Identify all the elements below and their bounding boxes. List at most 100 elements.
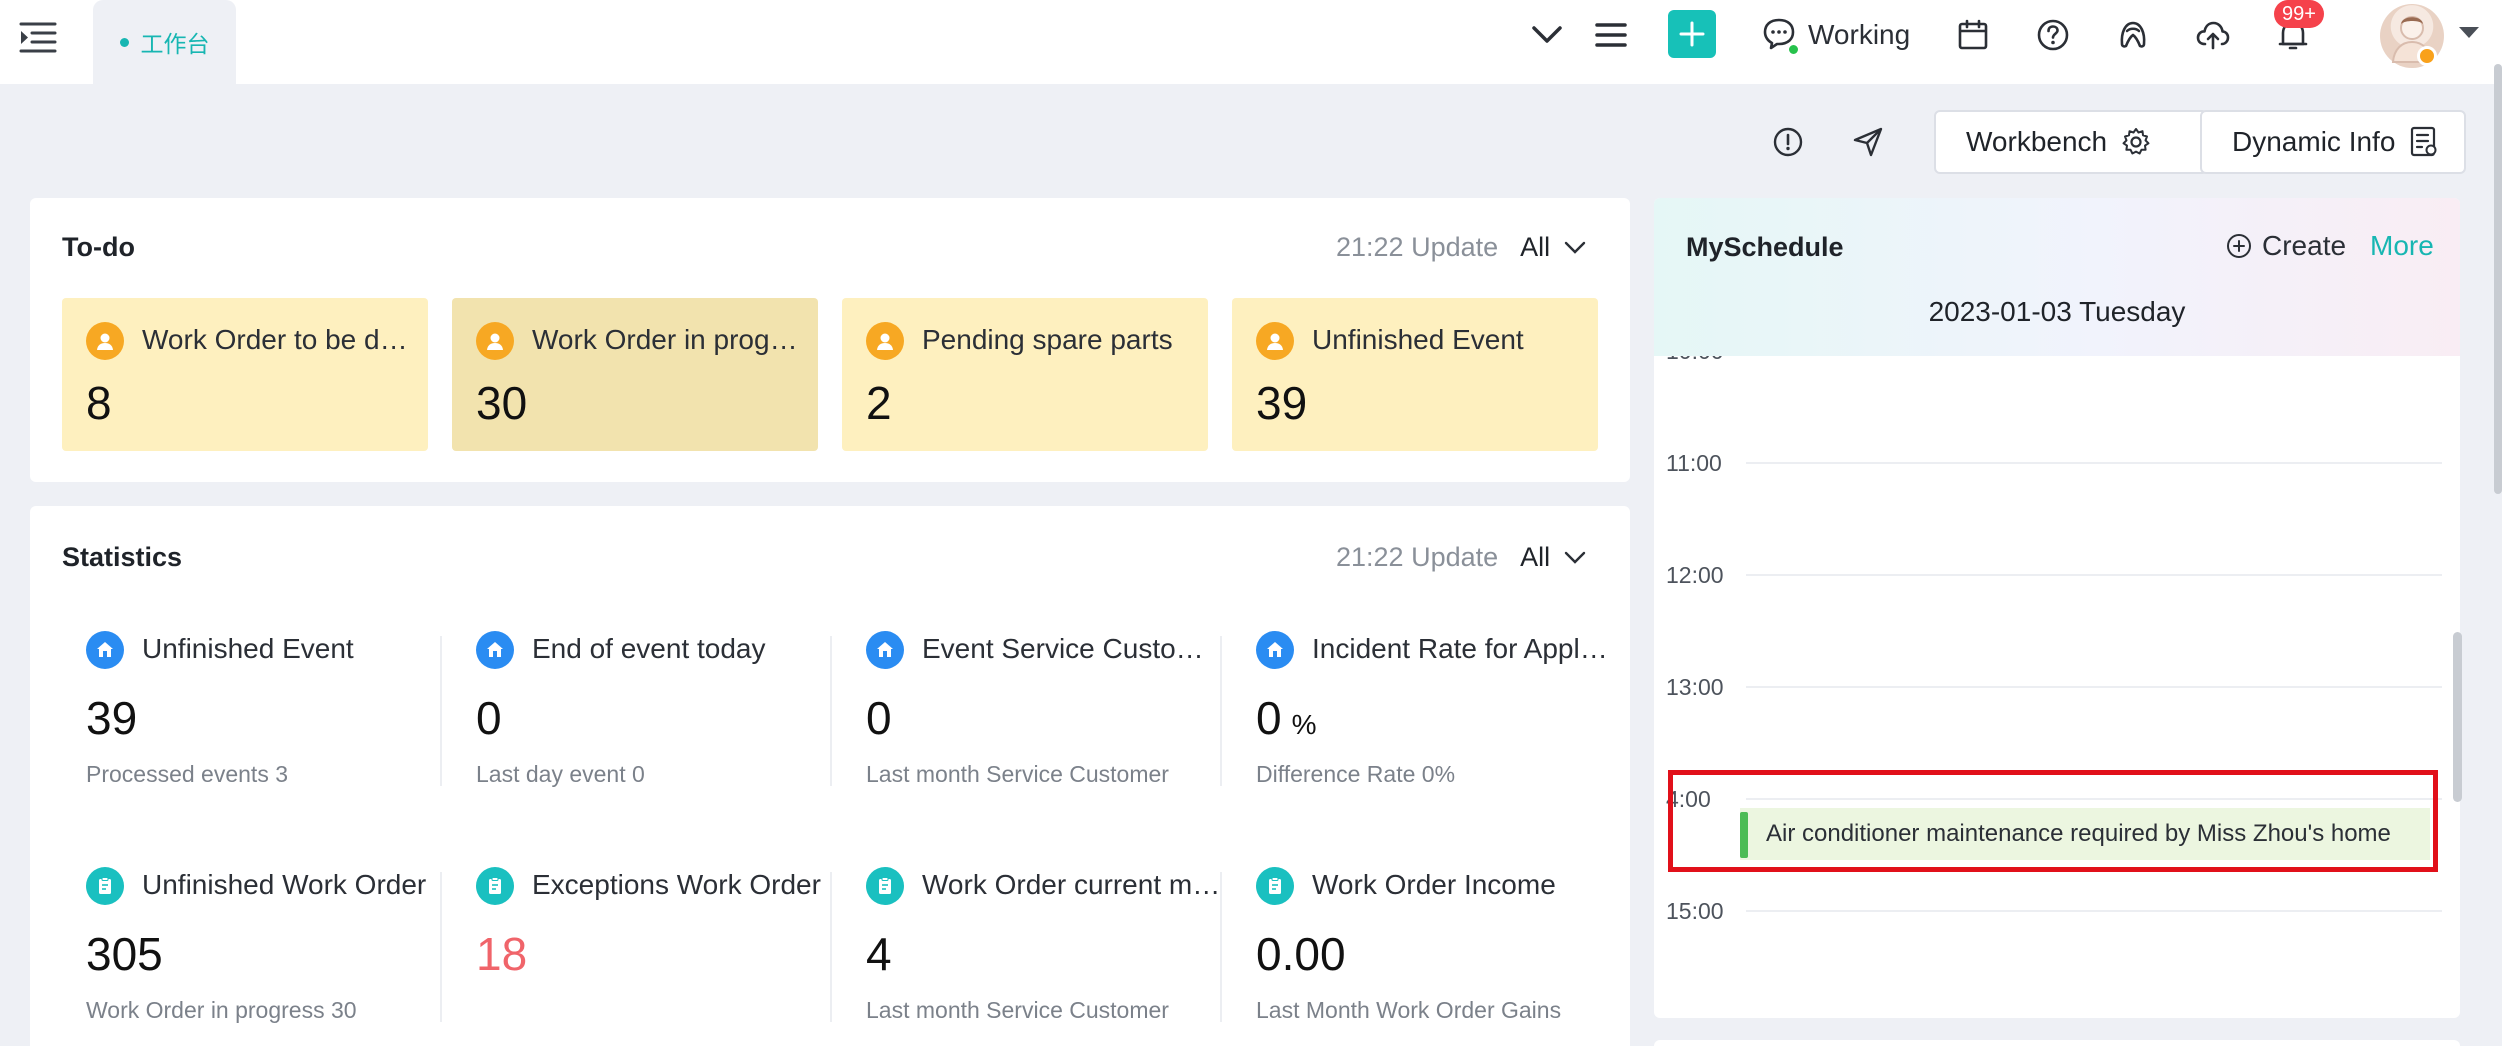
todo-tile-in-progress[interactable]: Work Order in progress 30 xyxy=(452,298,818,451)
stat-label: Unfinished Work Order xyxy=(142,869,427,900)
caret-down-icon[interactable] xyxy=(2458,26,2480,45)
todo-tile-value: 39 xyxy=(1256,377,1308,429)
todo-tile-label: Pending spare parts xyxy=(922,324,1173,355)
dynamic-info-button[interactable]: Dynamic Info xyxy=(2200,110,2466,174)
hour-line xyxy=(1746,574,2442,576)
time-label: 12:00 xyxy=(1666,562,1724,588)
chevron-down-icon xyxy=(1564,241,1586,254)
home-icon xyxy=(86,631,124,669)
stat-label: Work Order current month xyxy=(922,869,1222,900)
create-label: Create xyxy=(2262,230,2347,261)
todo-tile-spare-parts[interactable]: Pending spare parts 2 xyxy=(842,298,1208,451)
chevron-down-icon[interactable] xyxy=(1526,14,1568,56)
statistics-title: Statistics xyxy=(62,542,183,572)
clipboard-icon xyxy=(86,867,124,905)
todo-tile-dispatch[interactable]: Work Order to be dispatched 8 xyxy=(62,298,428,451)
hour-line xyxy=(1746,910,2442,912)
todo-filter-value: All xyxy=(1520,232,1551,262)
service-icon[interactable] xyxy=(2112,14,2154,56)
gear-icon xyxy=(2122,128,2150,155)
hour-line xyxy=(1746,798,2442,800)
list-icon[interactable] xyxy=(1590,14,1632,56)
page-scrollbar[interactable] xyxy=(2494,64,2502,494)
active-dot xyxy=(119,37,129,47)
stat-subtext: Last day event 0 xyxy=(476,761,645,787)
menu-fold-icon[interactable] xyxy=(18,18,58,58)
home-icon xyxy=(866,631,904,669)
more-link[interactable]: More xyxy=(2370,230,2434,262)
stat-subtext: Last month Service Customer xyxy=(866,761,1169,787)
hour-line xyxy=(1746,462,2442,464)
stat-subtext: Last Month Work Order Gains xyxy=(1256,997,1562,1023)
clipboard-icon xyxy=(476,867,514,905)
document-icon xyxy=(2411,126,2437,157)
online-status-dot xyxy=(1787,43,1800,56)
stat-value: 39 xyxy=(86,692,138,744)
add-button[interactable] xyxy=(1668,10,1716,58)
user-icon xyxy=(1256,322,1294,360)
create-schedule-button[interactable]: Create xyxy=(2226,230,2346,262)
calendar-icon[interactable] xyxy=(1952,14,1994,56)
todo-update-time: 21:22 Update xyxy=(1336,232,1499,262)
plus-icon xyxy=(1679,21,1705,47)
time-label: 13:00 xyxy=(1666,674,1724,700)
statistics-filter-dropdown[interactable]: All xyxy=(1520,542,1586,573)
tab-label: 工作台 xyxy=(140,31,210,57)
next-card-edge xyxy=(1654,1040,2460,1046)
event-title: Air conditioner maintenance required by … xyxy=(1766,820,2391,847)
stat-label: Event Service Customer xyxy=(922,633,1222,664)
user-icon xyxy=(86,322,124,360)
cloud-upload-icon[interactable] xyxy=(2192,14,2234,56)
avatar-status-dot xyxy=(2417,46,2437,66)
stat-value-wrap: 0% xyxy=(1256,691,1317,745)
statistics-meta: 21:22 Update All xyxy=(1336,542,1586,573)
stat-value: 0 xyxy=(476,692,502,744)
todo-tile-value: 30 xyxy=(476,377,528,429)
todo-tile-label: Unfinished Event xyxy=(1312,324,1524,355)
plus-circle-icon xyxy=(2227,234,2251,258)
todo-tile-label: Work Order to be dispatched xyxy=(142,324,412,355)
workbench-settings-button[interactable]: Workbench xyxy=(1934,110,2208,174)
schedule-title: MySchedule xyxy=(1686,232,1844,262)
schedule-date: 2023-01-03 Tuesday xyxy=(1928,296,2186,327)
statistics-filter-value: All xyxy=(1520,542,1551,572)
schedule-card: MySchedule Create More 2023-01-03 Tuesda… xyxy=(1654,198,2460,1018)
chevron-down-icon xyxy=(1564,551,1586,564)
stat-label: Work Order Income xyxy=(1312,869,1556,900)
todo-filter-dropdown[interactable]: All xyxy=(1520,232,1586,263)
stat-value: 4 xyxy=(866,928,892,980)
todo-title: To-do xyxy=(62,232,135,262)
stat-value: 18 xyxy=(476,928,528,980)
clipboard-icon xyxy=(866,867,904,905)
stat-label: End of event today xyxy=(532,633,766,664)
notification-badge: 99+ xyxy=(2274,0,2324,28)
schedule-timeline[interactable]: 10:00 11:00 12:00 13:00 4:00 15:00 xyxy=(1654,356,2460,1018)
workbench-label: Workbench xyxy=(1966,126,2108,157)
stat-subtext: Difference Rate 0% xyxy=(1256,761,1456,787)
time-label: 10:00 xyxy=(1666,356,1724,365)
work-status[interactable]: Working xyxy=(1762,14,1910,56)
todo-tile-value: 8 xyxy=(86,377,112,429)
stat-label: Unfinished Event xyxy=(142,633,354,664)
schedule-event[interactable]: Air conditioner maintenance required by … xyxy=(1740,808,2430,860)
info-icon[interactable] xyxy=(1768,122,1808,162)
home-icon xyxy=(1256,631,1294,669)
stat-value: 0 xyxy=(866,692,892,744)
stat-label: Exceptions Work Order xyxy=(532,869,821,900)
todo-tile-value: 2 xyxy=(866,377,892,429)
user-icon xyxy=(476,322,514,360)
todo-tile-unfinished-event[interactable]: Unfinished Event 39 xyxy=(1232,298,1598,451)
tab-workbench[interactable]: 工作台 xyxy=(93,0,236,84)
stat-value: 0 xyxy=(1256,692,1282,744)
schedule-scrollbar[interactable] xyxy=(2453,632,2462,802)
dynamic-info-label: Dynamic Info xyxy=(2232,126,2396,157)
stat-value: 0.00 xyxy=(1256,928,1346,980)
help-icon[interactable] xyxy=(2032,14,2074,56)
send-icon[interactable] xyxy=(1848,122,1888,162)
home-icon xyxy=(476,631,514,669)
clipboard-icon xyxy=(1256,867,1294,905)
time-label: 4:00 xyxy=(1666,786,1711,812)
stat-subtext: Processed events 3 xyxy=(86,761,289,787)
hour-line xyxy=(1746,686,2442,688)
todo-meta: 21:22 Update All xyxy=(1336,232,1586,263)
